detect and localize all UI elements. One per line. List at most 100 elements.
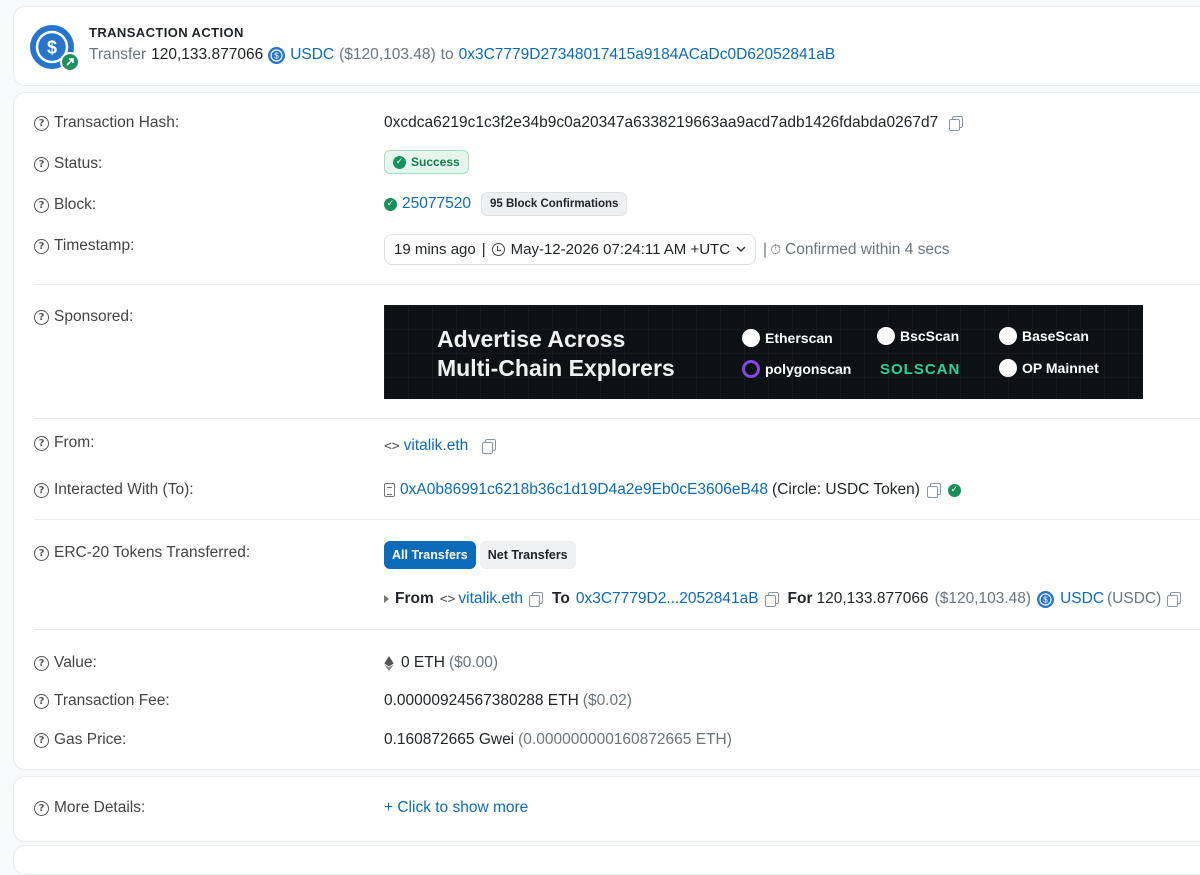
copy-icon[interactable]	[764, 591, 779, 607]
copy-icon[interactable]	[529, 591, 544, 607]
timestamp-ago: 19 mins ago	[394, 241, 476, 258]
help-icon[interactable]: ?	[34, 156, 49, 172]
show-more-link[interactable]: + Click to show more	[384, 799, 528, 817]
copy-icon[interactable]	[482, 438, 497, 454]
transfer-to-link[interactable]: 0x3C7779D2...2052841aB	[576, 590, 759, 608]
more-details-value: + Click to show more	[384, 799, 528, 817]
block-label: ? Block:	[34, 196, 96, 214]
transfer-token-link[interactable]: USDC	[1060, 590, 1104, 608]
more-details-label: ? More Details:	[34, 799, 145, 817]
from-address-link[interactable]: vitalik.eth	[404, 437, 469, 455]
to-value-row: 0xA0b86991c6218b36c1d19D4a2e9Eb0cE3606eB…	[384, 481, 961, 499]
action-title: TRANSACTION ACTION	[89, 25, 244, 40]
gas-price-eth: (0.000000000160872665 ETH)	[518, 731, 732, 748]
help-icon[interactable]: ?	[34, 309, 49, 325]
confirmed-within: Confirmed within 4 secs	[785, 240, 950, 258]
eth-value: 0 ETH	[401, 654, 445, 671]
fee-label: ? Transaction Fee:	[34, 692, 170, 710]
basescan-logo-icon	[999, 327, 1017, 345]
help-icon[interactable]: ?	[34, 655, 49, 671]
bscscan-logo: BscScan	[877, 327, 959, 345]
check-circle-icon: ✓	[393, 155, 406, 169]
from-label: ? From:	[34, 434, 94, 452]
help-icon[interactable]: ?	[34, 238, 49, 254]
tab-all-transfers[interactable]: All Transfers	[384, 541, 476, 569]
transfer-from-link[interactable]: vitalik.eth	[458, 590, 523, 608]
usdc-token-icon: $	[1037, 590, 1055, 608]
action-to-address-link[interactable]: 0x3C7779D27348017415a9184ACaDc0D62052841…	[459, 46, 836, 64]
op-mainnet-logo-icon	[999, 359, 1017, 377]
timestamp-datetime: May-12-2026 07:24:11 AM +UTC	[510, 241, 731, 258]
etherscan-logo: Etherscan	[742, 329, 833, 347]
help-icon[interactable]: ?	[34, 545, 49, 561]
copy-icon[interactable]	[926, 482, 941, 498]
etherscan-logo-icon	[742, 329, 760, 347]
action-verb: Transfer	[89, 46, 147, 63]
copy-icon[interactable]	[1167, 591, 1182, 607]
transfer-to-word: To	[552, 590, 570, 607]
hash-value-row: 0xcdca6219c1c3f2e34b9c0a20347a6338219663…	[384, 114, 964, 132]
action-usd: ($120,103.48)	[339, 46, 436, 63]
erc20-label: ? ERC-20 Tokens Transferred:	[34, 544, 250, 562]
outgoing-arrow-icon	[60, 52, 80, 72]
check-circle-icon: ✓	[384, 197, 397, 211]
transaction-hash: 0xcdca6219c1c3f2e34b9c0a20347a6338219663…	[384, 114, 939, 131]
transaction-fee: 0.00000924567380288 ETH	[384, 692, 579, 709]
to-label: ? Interacted With (To):	[34, 481, 194, 499]
sponsored-ad-banner[interactable]: Advertise Across Multi-Chain Explorers E…	[384, 305, 1143, 399]
transfer-token-symbol: (USDC)	[1107, 590, 1162, 607]
hash-label: ? Transaction Hash:	[34, 114, 179, 132]
polygonscan-logo-icon	[742, 360, 760, 378]
timestamp-label: ? Timestamp:	[34, 237, 134, 255]
ad-headline: Advertise Across Multi-Chain Explorers	[437, 326, 675, 381]
bscscan-logo-icon	[877, 327, 895, 345]
status-badge: ✓ Success	[384, 150, 469, 174]
divider	[34, 418, 1200, 419]
gas-label: ? Gas Price:	[34, 731, 126, 749]
svg-text:$: $	[1043, 595, 1048, 604]
copy-icon[interactable]	[949, 115, 964, 131]
stopwatch-icon: ⏱	[770, 241, 781, 258]
svg-text:$: $	[47, 38, 57, 58]
next-card	[13, 845, 1200, 875]
tab-net-transfers[interactable]: Net Transfers	[479, 541, 576, 569]
help-icon[interactable]: ?	[34, 435, 49, 451]
help-icon[interactable]: ?	[34, 197, 49, 213]
code-icon: <>	[439, 591, 456, 607]
contract-name: (Circle: USDC Token)	[772, 481, 920, 498]
transaction-details-card: ? Transaction Hash: 0xcdca6219c1c3f2e34b…	[13, 92, 1200, 770]
clock-icon	[491, 243, 505, 256]
more-details-card: ? More Details: + Click to show more	[13, 776, 1200, 842]
contract-file-icon	[384, 483, 395, 497]
eth-value-usd: ($0.00)	[448, 654, 499, 671]
gas-price: 0.160872665 Gwei	[384, 731, 515, 748]
help-icon[interactable]: ?	[34, 732, 49, 748]
help-icon[interactable]: ?	[34, 115, 49, 131]
erc20-tabs: All Transfers Net Transfers	[384, 541, 576, 569]
value-label: ? Value:	[34, 654, 97, 672]
transfer-usd: ($120,103.48)	[934, 590, 1032, 607]
from-value-row: <> vitalik.eth	[384, 437, 497, 455]
action-summary: Transfer 120,133.877066 $ USDC ($120,103…	[89, 46, 835, 64]
ethereum-icon	[384, 655, 394, 671]
verified-check-icon: ✓	[947, 483, 961, 497]
block-confirmations-badge: 95 Block Confirmations	[480, 192, 628, 216]
code-icon: <>	[384, 438, 400, 454]
action-token-link[interactable]: USDC	[290, 46, 334, 64]
fee-row: 0.00000924567380288 ETH ($0.02)	[384, 692, 632, 710]
expand-arrow-icon[interactable]	[384, 595, 389, 603]
help-icon[interactable]: ?	[34, 482, 49, 498]
chevron-down-icon	[736, 246, 746, 253]
help-icon[interactable]: ?	[34, 800, 49, 816]
help-icon[interactable]: ?	[34, 693, 49, 709]
block-number-link[interactable]: 25077520	[402, 195, 471, 213]
divider	[34, 284, 1200, 285]
transfer-for-word: For	[787, 590, 813, 607]
status-value-row: ✓ Success	[384, 150, 469, 174]
block-value-row: ✓ 25077520 95 Block Confirmations	[384, 192, 628, 216]
gas-row: 0.160872665 Gwei (0.000000000160872665 E…	[384, 731, 732, 749]
transaction-action-card: $ TRANSACTION ACTION Transfer 120,133.87…	[13, 6, 1200, 86]
contract-address-link[interactable]: 0xA0b86991c6218b36c1d19D4a2e9Eb0cE3606eB…	[400, 481, 768, 499]
timestamp-dropdown[interactable]: 19 mins ago | May-12-2026 07:24:11 AM +U…	[384, 234, 757, 265]
timestamp-separator: |	[763, 240, 768, 258]
